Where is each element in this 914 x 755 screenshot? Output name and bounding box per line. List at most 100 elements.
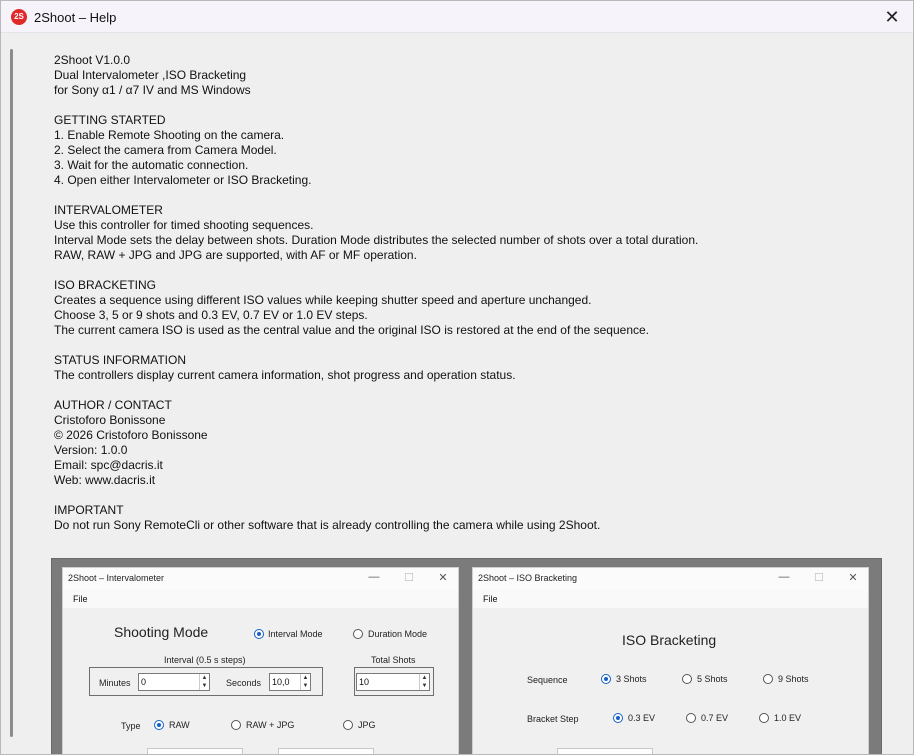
stepper-arrows-icon: ▲ ▼ xyxy=(300,674,310,690)
help-line: 4. Open either Intervalometer or ISO Bra… xyxy=(54,173,312,187)
step-10-label: 1.0 EV xyxy=(774,713,802,723)
help-line: 1. Enable Remote Shooting on the camera. xyxy=(54,128,285,142)
button-edge xyxy=(278,748,374,754)
total-shots-stepper: 10 ▲ ▼ xyxy=(356,673,430,691)
menu-file: File xyxy=(73,594,88,604)
stepper-arrows-icon: ▲ ▼ xyxy=(419,674,429,690)
intervalometer-menu-bar: File xyxy=(63,590,458,608)
minutes-label: Minutes xyxy=(99,678,131,688)
screenshot-image: 2Shoot – Intervalometer — ☐ ✕ File Shoot… xyxy=(51,558,882,754)
seconds-value: 10,0 xyxy=(272,677,290,687)
type-raw-label: RAW xyxy=(169,720,190,730)
menu-file: File xyxy=(483,594,498,604)
seconds-stepper: 10,0 ▲ ▼ xyxy=(269,673,311,691)
help-line: The controllers display current camera i… xyxy=(54,368,516,382)
help-text: 2Shoot V1.0.0 Dual Intervalometer ,ISO Br… xyxy=(54,53,894,533)
iso-menu-bar: File xyxy=(473,590,868,608)
help-line: Creates a sequence using different ISO v… xyxy=(54,293,592,307)
interval-mode-label: Interval Mode xyxy=(268,629,323,639)
help-line: © 2026 Cristoforo Bonissone xyxy=(54,428,208,442)
minutes-stepper: 0 ▲ ▼ xyxy=(138,673,210,691)
help-line: 2Shoot V1.0.0 xyxy=(54,53,131,67)
intervalometer-body: Shooting Mode Interval Mode Duration Mod… xyxy=(63,608,458,754)
iso-body: ISO Bracketing Sequence 3 Shots 5 Shots … xyxy=(473,608,868,754)
intervalometer-title: 2Shoot – Intervalometer xyxy=(68,573,165,583)
help-line: Use this controller for timed shooting s… xyxy=(54,218,314,232)
help-window: 2S 2Shoot – Help ✕ 2Shoot V1.0.0 Dual Int… xyxy=(0,0,914,755)
step-03-radio xyxy=(613,713,623,723)
step-07-radio xyxy=(686,713,696,723)
help-line: The current camera ISO is used as the ce… xyxy=(54,323,650,337)
help-line: INTERVALOMETER xyxy=(54,203,163,217)
seq-9-label: 9 Shots xyxy=(778,674,809,684)
stepper-arrows-icon: ▲ ▼ xyxy=(199,674,209,690)
type-raw-jpg-label: RAW + JPG xyxy=(246,720,295,730)
help-line: AUTHOR / CONTACT xyxy=(54,398,172,412)
iso-bracketing-preview: 2Shoot – ISO Bracketing — ☐ ✕ File ISO B… xyxy=(472,567,869,754)
type-raw-radio xyxy=(154,720,164,730)
shooting-mode-heading: Shooting Mode xyxy=(114,624,209,640)
bracket-step-label: Bracket Step xyxy=(527,714,579,724)
close-icon[interactable]: ✕ xyxy=(881,6,903,28)
scrollbar[interactable] xyxy=(10,49,13,737)
minimize-icon: — xyxy=(368,571,380,583)
minutes-value: 0 xyxy=(141,677,147,687)
seq-9-radio xyxy=(763,674,773,684)
interval-mode-radio xyxy=(254,629,264,639)
close-icon: ✕ xyxy=(438,572,448,584)
title-bar: 2S 2Shoot – Help ✕ xyxy=(1,1,913,33)
help-line: IMPORTANT xyxy=(54,503,124,517)
window-title: 2Shoot – Help xyxy=(34,10,117,25)
duration-mode-label: Duration Mode xyxy=(368,629,428,639)
iso-title-bar: 2Shoot – ISO Bracketing — ☐ ✕ xyxy=(473,568,868,590)
seconds-label: Seconds xyxy=(226,678,262,688)
close-icon: ✕ xyxy=(848,572,858,584)
total-shots-label: Total Shots xyxy=(371,655,416,665)
total-shots-value: 10 xyxy=(359,677,370,687)
minimize-icon: — xyxy=(778,571,790,583)
seq-3-radio xyxy=(601,674,611,684)
help-line: for Sony α1 / α7 IV and MS Windows xyxy=(54,83,251,97)
help-line: GETTING STARTED xyxy=(54,113,166,127)
iso-title: 2Shoot – ISO Bracketing xyxy=(478,573,578,583)
help-line: 3. Wait for the automatic connection. xyxy=(54,158,249,172)
seq-5-label: 5 Shots xyxy=(697,674,728,684)
maximize-icon: ☐ xyxy=(404,572,414,584)
help-content: 2Shoot V1.0.0 Dual Intervalometer ,ISO Br… xyxy=(1,34,913,754)
help-line: Dual Intervalometer ,ISO Bracketing xyxy=(54,68,247,82)
help-line: Do not run Sony RemoteCli or other softw… xyxy=(54,518,601,532)
type-jpg-label: JPG xyxy=(358,720,376,730)
intervalometer-preview: 2Shoot – Intervalometer — ☐ ✕ File Shoot… xyxy=(62,567,459,754)
step-10-radio xyxy=(759,713,769,723)
type-raw-jpg-radio xyxy=(231,720,241,730)
help-line: STATUS INFORMATION xyxy=(54,353,186,367)
seq-5-radio xyxy=(682,674,692,684)
help-line: Interval Mode sets the delay between sho… xyxy=(54,233,699,247)
sequence-label: Sequence xyxy=(527,675,568,685)
step-07-label: 0.7 EV xyxy=(701,713,729,723)
help-line: ISO BRACKETING xyxy=(54,278,157,292)
iso-heading: ISO Bracketing xyxy=(622,632,717,648)
intervalometer-title-bar: 2Shoot – Intervalometer — ☐ ✕ xyxy=(63,568,458,590)
type-jpg-radio xyxy=(343,720,353,730)
help-line: Version: 1.0.0 xyxy=(54,443,128,457)
help-line: RAW, RAW + JPG and JPG are supported, wi… xyxy=(54,248,417,262)
duration-mode-radio xyxy=(353,629,363,639)
button-edge xyxy=(557,748,653,754)
step-03-label: 0.3 EV xyxy=(628,713,656,723)
help-line: Email: spc@dacris.it xyxy=(54,458,163,472)
help-line: 2. Select the camera from Camera Model. xyxy=(54,143,277,157)
interval-group-label: Interval (0.5 s steps) xyxy=(164,655,246,665)
seq-3-label: 3 Shots xyxy=(616,674,647,684)
maximize-icon: ☐ xyxy=(814,572,824,584)
type-label: Type xyxy=(121,721,141,731)
help-line: Web: www.dacris.it xyxy=(54,473,156,487)
button-edge xyxy=(147,748,243,754)
help-line: Choose 3, 5 or 9 shots and 0.3 EV, 0.7 E… xyxy=(54,308,368,322)
app-icon: 2S xyxy=(11,9,27,25)
